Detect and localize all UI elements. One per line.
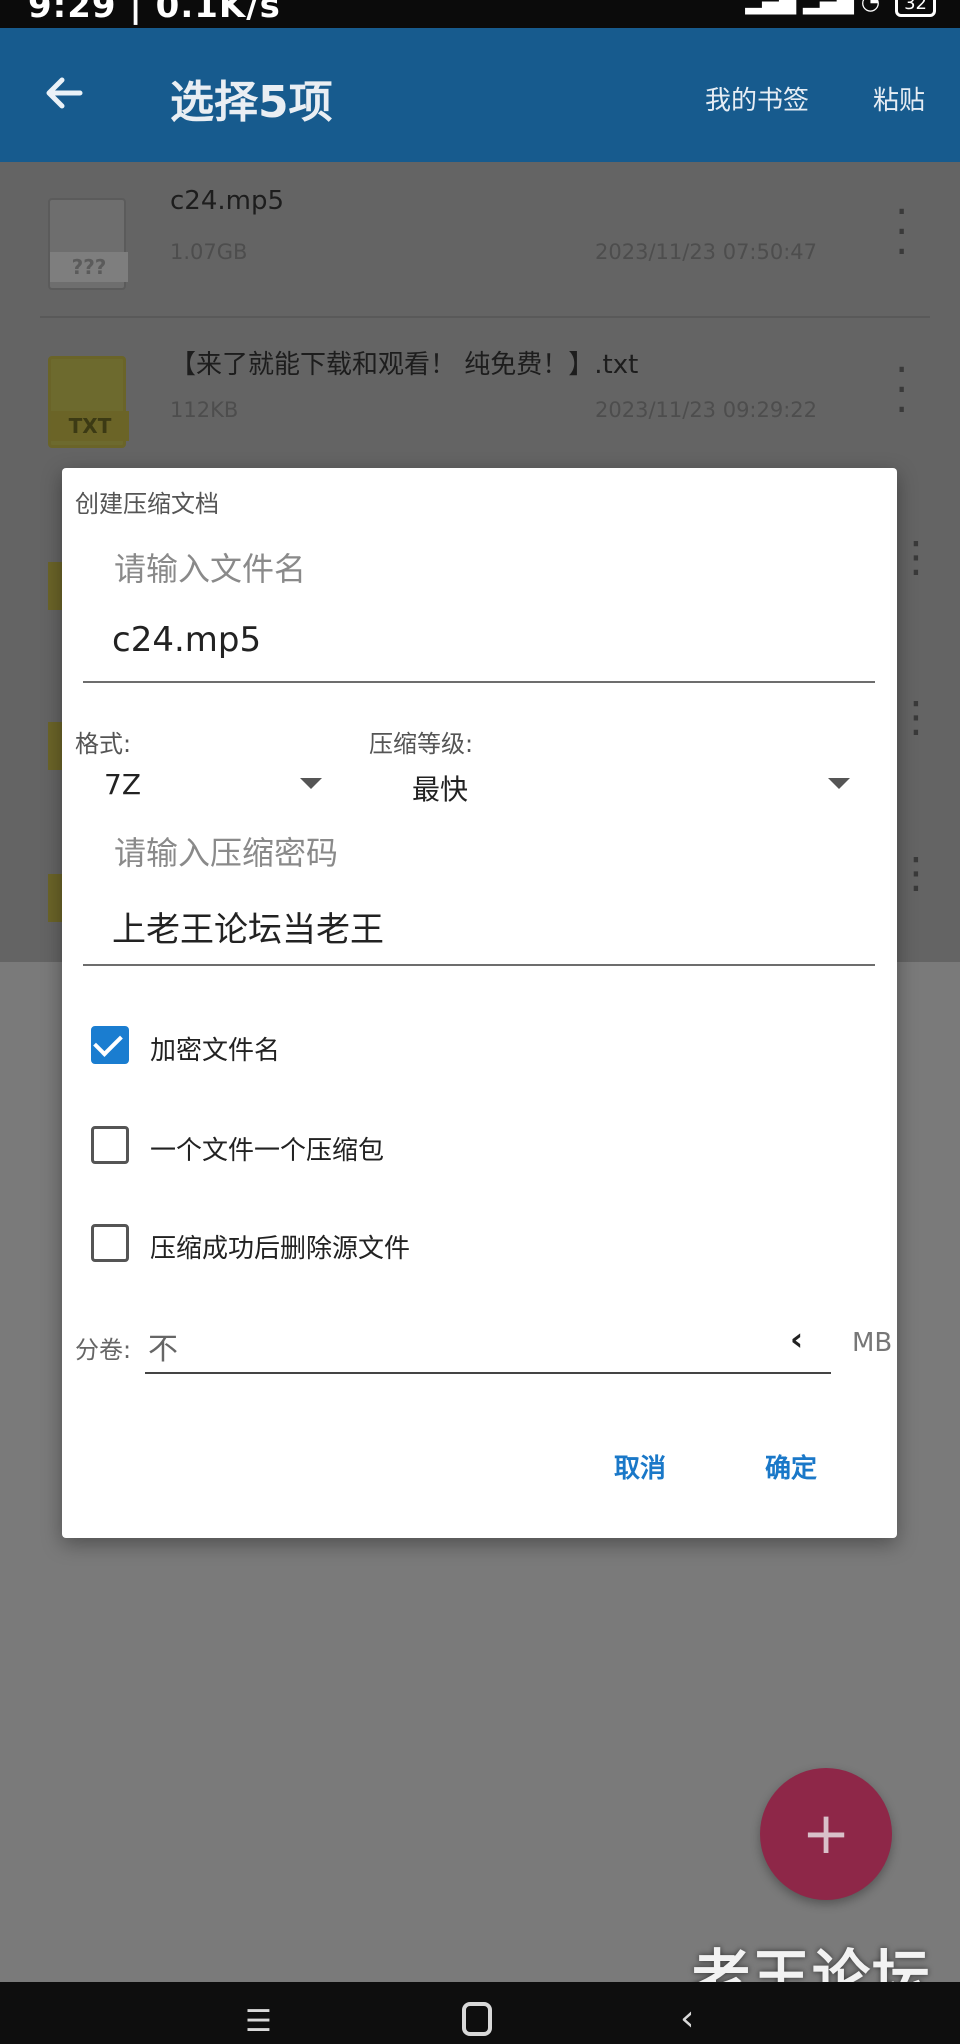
file-name: c24.mp5 <box>170 186 285 216</box>
volume-underline <box>145 1372 831 1374</box>
volume-input[interactable]: 不 <box>148 1324 178 1368</box>
more-vert-icon[interactable]: ⋮ <box>895 532 937 581</box>
filename-input[interactable]: c24.mp5 <box>112 620 261 660</box>
menu-icon[interactable]: ☰ <box>245 2004 272 2039</box>
file-date: 2023/11/23 07:50:47 <box>595 240 818 264</box>
more-vert-icon[interactable]: ⋮ <box>895 692 937 741</box>
file-date: 2023/11/23 09:29:22 <box>595 398 818 422</box>
password-underline <box>83 964 875 966</box>
text-file-icon: TXT <box>48 356 129 448</box>
file-icon-label: ??? <box>50 252 128 282</box>
home-icon[interactable] <box>462 2002 492 2036</box>
back-arrow-svg <box>46 77 83 109</box>
volume-label: 分卷: <box>75 1336 132 1364</box>
app-bar: 选择5项 我的书签 粘贴 <box>0 28 960 162</box>
format-label: 格式: <box>75 730 132 758</box>
page-title: 选择5项 <box>170 77 333 128</box>
file-size: 112KB <box>170 398 239 422</box>
more-vert-icon[interactable]: ⋮ <box>895 848 937 897</box>
level-select[interactable]: 最快 <box>412 768 468 808</box>
ok-button[interactable]: 确定 <box>765 1448 817 1485</box>
delete-source-label[interactable]: 压缩成功后删除源文件 <box>150 1228 410 1265</box>
file-name: 【来了就能下载和观看！ 纯免费！】.txt <box>170 350 639 380</box>
divider <box>40 316 930 318</box>
dialog-title: 创建压缩文档 <box>75 490 219 518</box>
status-bar: 9:29 | 0.1K/s ▂▄▆ ▂▄▆ ◔ 32 <box>0 0 960 28</box>
add-button[interactable]: + <box>760 1768 892 1900</box>
volume-unit: MB <box>852 1328 893 1358</box>
archive-file-icon: ??? <box>48 198 128 290</box>
status-time: 9:29 | 0.1K/s <box>28 0 281 26</box>
more-vert-icon[interactable]: · · · <box>895 191 908 273</box>
list-item[interactable]: TXT 【来了就能下载和观看！ 纯免费！】.txt 112KB 2023/11/… <box>0 320 960 476</box>
one-archive-per-file-checkbox[interactable] <box>91 1126 129 1164</box>
dropdown-arrow-icon[interactable] <box>828 778 850 789</box>
signal-icon: ▂▄▆ ▂▄▆ <box>745 0 854 15</box>
format-select[interactable]: 7Z <box>104 768 141 801</box>
back-arrow-icon[interactable] <box>40 68 90 118</box>
battery-icon: 32 <box>895 0 936 17</box>
cancel-button[interactable]: 取消 <box>614 1448 666 1485</box>
file-size: 1.07GB <box>170 240 248 264</box>
encrypt-filename-checkbox[interactable] <box>91 1026 129 1064</box>
one-archive-per-file-label[interactable]: 一个文件一个压缩包 <box>150 1130 384 1167</box>
back-icon[interactable]: ‹ <box>680 1998 694 2039</box>
create-archive-dialog: 创建压缩文档 请输入文件名 c24.mp5 格式: 7Z 压缩等级: 最快 请输… <box>62 468 897 1538</box>
plus-icon: + <box>801 1799 851 1867</box>
system-nav-bar: ☰ ‹ <box>0 1982 960 2044</box>
password-input[interactable]: 上老王论坛当老王 <box>112 902 384 951</box>
delete-source-checkbox[interactable] <box>91 1224 129 1262</box>
filename-underline <box>83 681 875 683</box>
file-icon-label: TXT <box>51 411 129 441</box>
filename-label: 请输入文件名 <box>114 550 307 588</box>
paste-button[interactable]: 粘贴 <box>873 80 925 117</box>
password-label: 请输入压缩密码 <box>114 834 339 872</box>
dropdown-arrow-icon[interactable] <box>300 778 322 789</box>
bookmarks-button[interactable]: 我的书签 <box>705 80 809 117</box>
list-item[interactable]: ??? c24.mp5 1.07GB 2023/11/23 07:50:47 ·… <box>0 162 960 318</box>
more-vert-icon[interactable]: · · · <box>895 349 908 431</box>
status-icons: ▂▄▆ ▂▄▆ ◔ 32 <box>745 0 936 17</box>
wifi-icon: ◔ <box>860 0 881 15</box>
level-label: 压缩等级: <box>369 730 474 758</box>
check-icon <box>93 1027 123 1057</box>
chevron-left-icon[interactable]: ‹ <box>790 1320 803 1358</box>
encrypt-filename-label[interactable]: 加密文件名 <box>150 1030 280 1067</box>
